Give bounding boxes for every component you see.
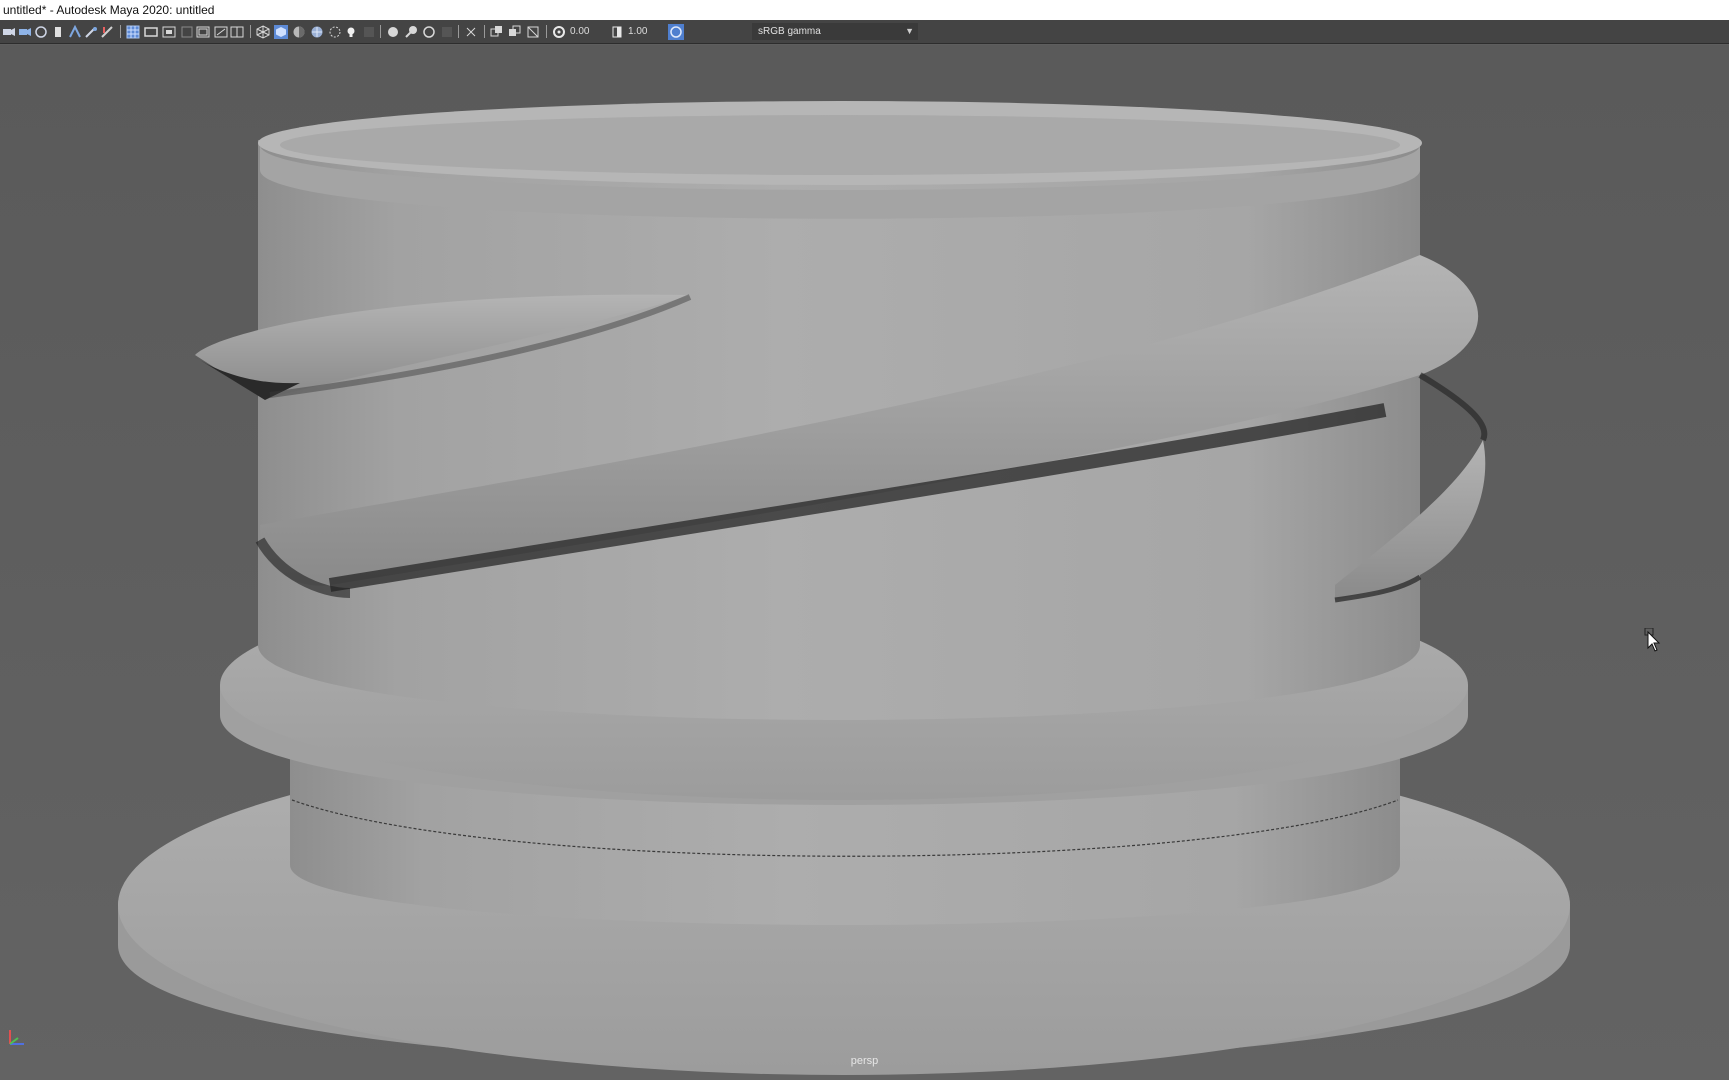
gamma-field[interactable]: 1.00 xyxy=(628,24,664,39)
color-space-dropdown[interactable]: sRGB gamma ▼ xyxy=(752,23,918,40)
shadows-icon[interactable] xyxy=(344,24,358,38)
safe-title-icon[interactable] xyxy=(214,24,228,38)
mouse-cursor-icon xyxy=(1644,627,1662,652)
smooth-shade-icon[interactable] xyxy=(274,24,288,39)
window-title: untitled* - Autodesk Maya 2020: untitled xyxy=(0,0,1729,20)
field-chart-icon[interactable] xyxy=(180,24,194,38)
grid-icon[interactable] xyxy=(126,24,140,39)
exposure-field[interactable]: 0.00 xyxy=(570,24,606,39)
color-space-value: sRGB gamma xyxy=(758,26,821,37)
lights-icon[interactable] xyxy=(328,24,342,38)
grease-pencil-icon[interactable] xyxy=(84,24,98,38)
chevron-down-icon: ▼ xyxy=(905,26,914,36)
xray-components-icon[interactable] xyxy=(508,24,522,38)
depth-of-field-icon[interactable] xyxy=(422,24,436,38)
textured-icon[interactable] xyxy=(310,24,324,38)
select-camera-icon[interactable] xyxy=(2,24,16,38)
motion-blur-icon[interactable] xyxy=(386,24,400,38)
viewport-panel-toolbar: 0.00 1.00 sRGB gamma ▼ xyxy=(0,20,1729,44)
frame-selection-icon[interactable] xyxy=(526,24,540,38)
image-plane-icon[interactable] xyxy=(52,24,66,38)
safe-action-icon[interactable] xyxy=(196,24,210,38)
wireframe-icon[interactable] xyxy=(256,24,270,39)
gate-mask-icon[interactable] xyxy=(162,24,176,38)
anti-aliasing-icon[interactable] xyxy=(404,24,418,38)
camera-name-label: persp xyxy=(850,1055,879,1067)
exposure-icon[interactable] xyxy=(552,24,566,38)
bookmarks-icon[interactable] xyxy=(34,24,48,38)
2d-pan-zoom-icon[interactable] xyxy=(68,24,82,38)
3d-viewport[interactable] xyxy=(0,45,1729,1080)
xray-icon[interactable] xyxy=(464,24,478,38)
axis-orientation-icon xyxy=(4,1024,28,1048)
film-gate-icon[interactable] xyxy=(100,24,114,38)
color-management-icon[interactable] xyxy=(668,24,684,40)
resolution-gate-icon[interactable] xyxy=(144,24,158,38)
viewport-render xyxy=(0,45,1729,1080)
isolate-select-icon[interactable] xyxy=(440,24,454,38)
camera-attributes-icon[interactable] xyxy=(18,24,32,38)
safe-area-icon[interactable] xyxy=(230,24,244,38)
gamma-icon[interactable] xyxy=(610,24,624,38)
screen-space-ao-icon[interactable] xyxy=(362,24,376,38)
xray-joints-icon[interactable] xyxy=(490,24,504,38)
default-material-icon[interactable] xyxy=(292,24,306,38)
